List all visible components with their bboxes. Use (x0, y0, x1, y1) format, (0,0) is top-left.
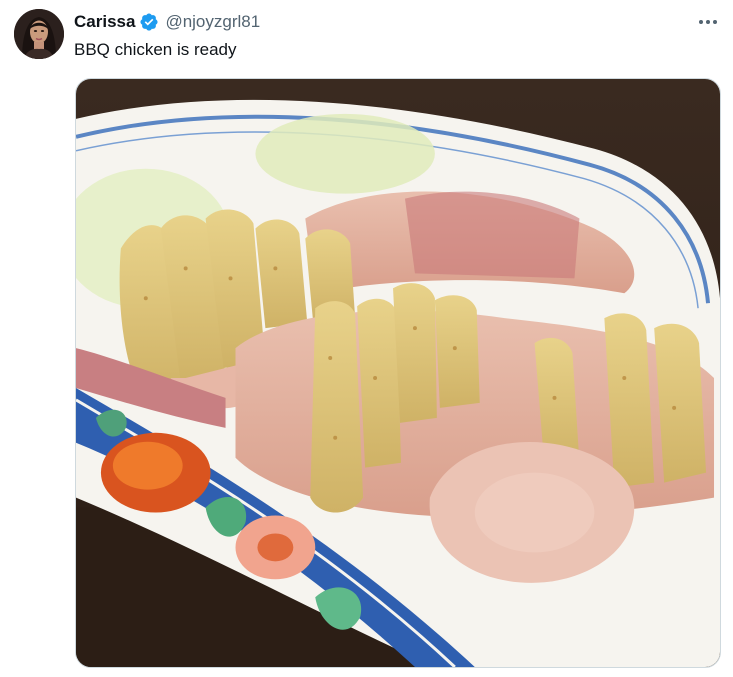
tweet-text: BBQ chicken is ready (74, 40, 237, 59)
author-handle[interactable]: @njoyzgrl81 (165, 12, 260, 32)
avatar-image (14, 9, 64, 59)
tweet-photo[interactable] (75, 78, 721, 668)
more-horizontal-icon (699, 20, 717, 24)
author-display-name[interactable]: Carissa (74, 12, 135, 32)
avatar[interactable] (14, 9, 64, 59)
chicken-plate-photo (76, 79, 720, 667)
more-options-button[interactable] (693, 7, 723, 37)
tweet-header: Carissa @njoyzgrl81 (74, 11, 260, 33)
verified-badge-icon[interactable] (139, 12, 159, 32)
